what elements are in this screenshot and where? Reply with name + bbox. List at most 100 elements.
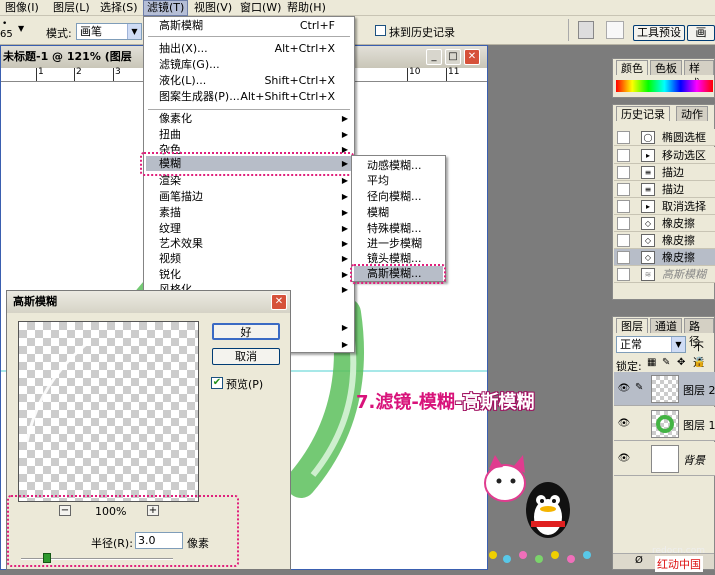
- history-item[interactable]: ◯ 椭圆选框: [614, 129, 715, 146]
- menu-view[interactable]: 视图(V): [191, 1, 235, 15]
- submenu-arrow-icon: ▶: [341, 323, 348, 332]
- history-item[interactable]: ▸ 移动选区: [614, 147, 715, 164]
- tool-presets-tab[interactable]: 工具预设: [633, 25, 685, 41]
- layer-row[interactable]: 👁 背景: [614, 442, 715, 476]
- menu-item-pattern-maker[interactable]: 图案生成器(P)...: [159, 89, 240, 104]
- lock-transparency-icon[interactable]: ▦: [647, 357, 656, 368]
- menu-item-texture[interactable]: 纹理: [159, 221, 181, 236]
- options-bar: • 65 ▼ 模式: 画笔 ▼ 抹到历史记录 工具预设 画: [0, 16, 715, 45]
- menu-window[interactable]: 窗口(W): [237, 1, 284, 15]
- tab-styles[interactable]: 样式: [684, 60, 714, 90]
- tab-actions[interactable]: 动作: [676, 106, 708, 121]
- menu-item-video[interactable]: 视频: [159, 251, 181, 266]
- ruler-tick: 1: [36, 67, 44, 81]
- lock-all-icon[interactable]: 🔒: [693, 357, 705, 368]
- cancel-button[interactable]: 取消: [212, 348, 280, 365]
- maximize-icon[interactable]: □: [445, 49, 461, 65]
- ruler-tick: 11: [445, 67, 460, 81]
- submenu-arrow-icon: ▶: [341, 239, 348, 248]
- submenu-arrow-icon: ▶: [341, 208, 348, 217]
- menu-item-extract[interactable]: 抽出(X)...: [159, 41, 208, 56]
- visibility-eye-icon[interactable]: 👁: [617, 417, 631, 431]
- menu-image[interactable]: 图像(I): [2, 1, 42, 15]
- tab-paths[interactable]: 路径: [684, 318, 714, 348]
- blur-item-highlight: [140, 152, 354, 176]
- menu-layer[interactable]: 图层(L): [50, 1, 93, 15]
- chevron-down-icon: ▼: [127, 24, 141, 39]
- blend-mode-value: 正常: [620, 338, 642, 351]
- cartoon-stickers: [484, 455, 591, 563]
- menu-item-smart-blur[interactable]: 特殊模糊...: [367, 221, 422, 236]
- brush-link-icon: ✎: [635, 382, 644, 393]
- lock-paint-icon[interactable]: ✎: [662, 357, 670, 368]
- submenu-arrow-icon: ▶: [341, 340, 348, 349]
- watermark-site: 红动中国: [655, 556, 703, 572]
- layer-row[interactable]: 👁 ✎ 图层 2: [614, 372, 715, 406]
- brush-dropdown-icon[interactable]: ▼: [18, 24, 24, 33]
- airbrush-icon[interactable]: [578, 21, 594, 39]
- menu-item-brush-strokes[interactable]: 画笔描边: [159, 189, 203, 204]
- layer-row[interactable]: 👁 图层 1: [614, 407, 715, 441]
- menu-item-last-filter[interactable]: 高斯模糊: [159, 18, 203, 33]
- tab-color[interactable]: 颜色: [616, 60, 648, 75]
- cat-head: [484, 464, 526, 502]
- menu-item-distort[interactable]: 扭曲: [159, 127, 181, 142]
- history-item[interactable]: ≡ 描边: [614, 181, 715, 198]
- menu-item-blur-more[interactable]: 进一步模糊: [367, 236, 422, 251]
- history-erase-checkbox[interactable]: [375, 25, 386, 36]
- tab-layers[interactable]: 图层: [616, 318, 648, 333]
- dialog-title[interactable]: 高斯模糊: [7, 291, 290, 313]
- menu-item-motion-blur[interactable]: 动感模糊...: [367, 158, 422, 173]
- history-item[interactable]: ◇ 橡皮擦: [614, 215, 715, 232]
- preview-checkbox[interactable]: ✔: [211, 377, 223, 389]
- menu-item-filter-gallery[interactable]: 滤镜库(G)...: [159, 57, 220, 72]
- preview-area[interactable]: [18, 321, 199, 502]
- color-panel: 颜色 色板 样式: [612, 58, 715, 98]
- menu-filter[interactable]: 滤镜(T): [143, 0, 189, 16]
- history-item[interactable]: ◇ 橡皮擦: [614, 232, 715, 249]
- color-ramp[interactable]: [616, 80, 713, 92]
- submenu-arrow-icon: ▶: [341, 270, 348, 279]
- menu-item-sharpen[interactable]: 锐化: [159, 267, 181, 282]
- ok-button[interactable]: 好: [212, 323, 280, 340]
- menu-item-pixelate[interactable]: 像素化: [159, 111, 192, 126]
- minimize-icon[interactable]: _: [426, 49, 442, 65]
- mode-select[interactable]: 画笔 ▼: [76, 23, 142, 40]
- close-icon[interactable]: ✕: [271, 294, 287, 310]
- menu-separator: [148, 36, 350, 37]
- lock-move-icon[interactable]: ✥: [677, 357, 685, 368]
- chevron-down-icon: ▼: [671, 337, 685, 352]
- layer-style-icon[interactable]: Ø: [635, 555, 643, 566]
- shortcut-label: Alt+Shift+Ctrl+X: [240, 90, 335, 103]
- tab-history[interactable]: 历史记录: [616, 106, 670, 121]
- layer-name: 图层 1: [683, 419, 715, 432]
- menu-item-liquify[interactable]: 液化(L)...: [159, 73, 206, 88]
- mode-value: 画笔: [80, 25, 102, 38]
- menu-help[interactable]: 帮助(H): [284, 1, 329, 15]
- tab-channels[interactable]: 通道: [650, 318, 682, 333]
- visibility-eye-icon[interactable]: 👁: [617, 452, 631, 466]
- history-item-undone[interactable]: ≋ 高斯模糊: [614, 266, 715, 283]
- menu-item-artistic[interactable]: 艺术效果: [159, 236, 203, 251]
- history-panel: 历史记录 动作 ◯ 椭圆选框 ▸ 移动选区 ≡ 描边 ≡ 描边 ▸ 取消选择 ◇ 橡皮擦 ◇…: [612, 104, 715, 300]
- visibility-eye-icon[interactable]: 👁: [617, 382, 631, 396]
- history-item[interactable]: ≡ 描边: [614, 164, 715, 181]
- history-item[interactable]: ▸ 取消选择: [614, 198, 715, 215]
- close-icon[interactable]: ✕: [464, 49, 480, 65]
- brush-dot-icon[interactable]: •: [2, 19, 7, 29]
- shortcut-label: Alt+Ctrl+X: [274, 42, 335, 55]
- brushes-tab[interactable]: 画: [687, 25, 715, 41]
- preview-blur-shape: [25, 340, 90, 443]
- menu-item-average[interactable]: 平均: [367, 173, 389, 188]
- shortcut-label: Ctrl+F: [299, 19, 335, 32]
- menu-select[interactable]: 选择(S): [97, 1, 141, 15]
- tab-swatches[interactable]: 色板: [650, 60, 682, 75]
- menu-item-radial-blur[interactable]: 径向模糊...: [367, 189, 422, 204]
- history-item-current[interactable]: ◇ 橡皮擦: [614, 249, 715, 266]
- blend-mode-select[interactable]: 正常 ▼: [616, 336, 686, 353]
- menu-bar: 图像(I) 图层(L) 选择(S) 滤镜(T) 视图(V) 窗口(W) 帮助(H…: [0, 0, 715, 16]
- file-browser-icon[interactable]: [606, 21, 624, 39]
- ruler-tick: 10: [406, 67, 421, 81]
- menu-item-sketch[interactable]: 素描: [159, 205, 181, 220]
- menu-item-blur[interactable]: 模糊: [367, 205, 389, 220]
